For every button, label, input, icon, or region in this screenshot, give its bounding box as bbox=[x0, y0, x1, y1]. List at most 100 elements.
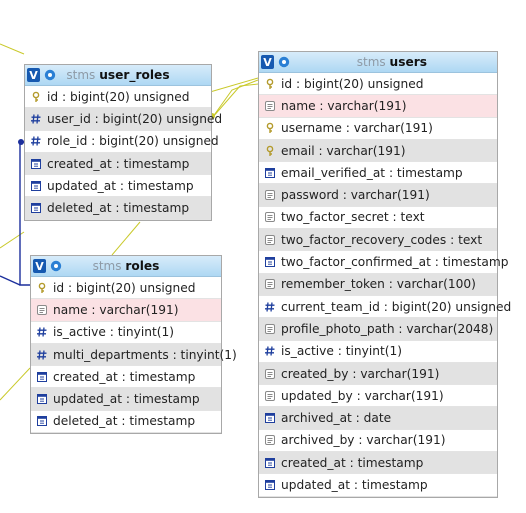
key-icon bbox=[30, 91, 42, 103]
column-label: created_at : timestamp bbox=[47, 156, 190, 171]
toggle-columns-button[interactable]: V bbox=[33, 259, 46, 273]
column-row[interactable]: updated_at : timestamp bbox=[31, 388, 221, 411]
text-icon bbox=[264, 434, 276, 446]
column-row[interactable]: created_at : timestamp bbox=[25, 152, 211, 176]
column-label: is_active : tinyint(1) bbox=[53, 325, 174, 340]
column-row[interactable]: password : varchar(191) bbox=[259, 184, 497, 207]
column-label: name : varchar(191) bbox=[281, 98, 407, 113]
timestamp-icon bbox=[30, 180, 42, 192]
column-row[interactable]: role_id : bigint(20) unsigned bbox=[25, 131, 219, 153]
column-label: password : varchar(191) bbox=[281, 188, 430, 203]
table-header[interactable]: V stms roles bbox=[31, 256, 221, 277]
column-row[interactable]: id : bigint(20) unsigned bbox=[259, 73, 497, 96]
timestamp-icon bbox=[30, 158, 42, 170]
column-label: role_id : bigint(20) unsigned bbox=[47, 134, 219, 149]
column-label: username : varchar(191) bbox=[281, 121, 433, 136]
column-label: created_by : varchar(191) bbox=[281, 366, 440, 381]
column-label: user_id : bigint(20) unsigned bbox=[47, 111, 223, 126]
timestamp-icon bbox=[36, 393, 48, 405]
gear-icon[interactable] bbox=[43, 68, 57, 82]
hash-icon bbox=[264, 301, 276, 313]
column-row[interactable]: name : varchar(191) bbox=[259, 95, 497, 118]
column-row[interactable]: deleted_at : timestamp bbox=[31, 411, 221, 434]
column-row[interactable]: name : varchar(191) bbox=[31, 299, 221, 322]
column-row[interactable]: two_factor_recovery_codes : text bbox=[259, 229, 497, 252]
key-icon bbox=[36, 282, 48, 294]
column-row[interactable]: profile_photo_path : varchar(2048) bbox=[259, 318, 497, 341]
timestamp-icon bbox=[36, 415, 48, 427]
column-row[interactable]: updated_at : timestamp bbox=[25, 175, 211, 198]
toggle-columns-button[interactable]: V bbox=[27, 68, 40, 82]
table-title: stms users bbox=[356, 55, 427, 69]
column-row[interactable]: deleted_at : timestamp bbox=[25, 197, 211, 220]
column-label: updated_at : timestamp bbox=[47, 178, 194, 193]
relation-user-roles-to-roles bbox=[111, 221, 141, 256]
column-row[interactable]: id : bigint(20) unsigned bbox=[31, 277, 221, 300]
column-label: is_active : tinyint(1) bbox=[281, 344, 402, 359]
column-row[interactable]: remember_token : varchar(100) bbox=[259, 273, 497, 296]
column-row[interactable]: updated_at : timestamp bbox=[259, 474, 497, 497]
column-row[interactable]: username : varchar(191) bbox=[259, 118, 497, 140]
key-icon bbox=[264, 145, 276, 157]
key-icon bbox=[264, 78, 276, 90]
column-label: id : bigint(20) unsigned bbox=[47, 89, 190, 104]
column-row[interactable]: archived_by : varchar(191) bbox=[259, 430, 497, 453]
timestamp-icon bbox=[264, 256, 276, 268]
table-user-roles[interactable]: V stms user_roles id : bigint(20) unsign… bbox=[24, 64, 222, 221]
column-row[interactable]: id : bigint(20) unsigned bbox=[25, 86, 211, 109]
column-row[interactable]: email : varchar(191) bbox=[259, 139, 497, 163]
timestamp-icon bbox=[264, 412, 276, 424]
toggle-columns-button[interactable]: V bbox=[261, 55, 274, 69]
text-icon bbox=[36, 304, 48, 316]
column-row[interactable]: created_at : timestamp bbox=[31, 366, 221, 389]
relation-offscreen-blue bbox=[0, 275, 21, 286]
text-icon bbox=[264, 189, 276, 201]
column-row[interactable]: multi_departments : tinyint(1) bbox=[31, 343, 237, 367]
timestamp-icon bbox=[264, 479, 276, 491]
text-icon bbox=[264, 368, 276, 380]
column-label: remember_token : varchar(100) bbox=[281, 277, 476, 292]
relation-offscreen-top bbox=[0, 43, 25, 55]
column-row[interactable]: archived_at : date bbox=[259, 407, 497, 430]
column-row[interactable]: is_active : tinyint(1) bbox=[31, 322, 221, 344]
column-label: two_factor_recovery_codes : text bbox=[281, 232, 483, 247]
column-label: id : bigint(20) unsigned bbox=[281, 76, 424, 91]
gear-icon[interactable] bbox=[49, 259, 63, 273]
column-label: two_factor_confirmed_at : timestamp bbox=[281, 255, 509, 270]
gear-icon[interactable] bbox=[277, 55, 291, 69]
table-roles[interactable]: V stms roles id : bigint(20) unsigned nam… bbox=[30, 255, 237, 435]
column-row[interactable]: two_factor_secret : text bbox=[259, 207, 497, 230]
column-label: deleted_at : timestamp bbox=[47, 201, 190, 216]
column-label: profile_photo_path : varchar(2048) bbox=[281, 321, 494, 336]
text-icon bbox=[264, 100, 276, 112]
column-row[interactable]: created_by : varchar(191) bbox=[259, 362, 497, 386]
column-label: current_team_id : bigint(20) unsigned bbox=[281, 299, 512, 314]
column-row[interactable]: is_active : tinyint(1) bbox=[259, 341, 497, 363]
column-row[interactable]: created_at : timestamp bbox=[259, 452, 497, 475]
column-label: created_at : timestamp bbox=[53, 369, 196, 384]
column-label: two_factor_secret : text bbox=[281, 210, 425, 225]
timestamp-icon bbox=[264, 167, 276, 179]
column-row[interactable]: updated_by : varchar(191) bbox=[259, 385, 497, 408]
key-icon bbox=[264, 122, 276, 134]
table-users[interactable]: V stms users id : bigint(20) unsigned nam… bbox=[258, 51, 511, 498]
column-row[interactable]: current_team_id : bigint(20) unsigned bbox=[259, 296, 511, 319]
column-list: id : bigint(20) unsigned name : varchar(1… bbox=[31, 277, 237, 434]
text-icon bbox=[264, 278, 276, 290]
column-label: multi_departments : tinyint(1) bbox=[53, 347, 237, 362]
hash-icon bbox=[36, 326, 48, 338]
table-header[interactable]: V stms user_roles bbox=[25, 65, 211, 86]
column-row[interactable]: user_id : bigint(20) unsigned bbox=[25, 108, 222, 131]
text-icon bbox=[264, 390, 276, 402]
column-label: name : varchar(191) bbox=[53, 302, 179, 317]
hash-icon bbox=[264, 345, 276, 357]
table-header[interactable]: V stms users bbox=[259, 52, 497, 73]
text-icon bbox=[264, 234, 276, 246]
timestamp-icon bbox=[36, 371, 48, 383]
column-row[interactable]: email_verified_at : timestamp bbox=[259, 162, 497, 185]
timestamp-icon bbox=[264, 457, 276, 469]
timestamp-icon bbox=[30, 202, 42, 214]
column-label: created_at : timestamp bbox=[281, 455, 424, 470]
column-row[interactable]: two_factor_confirmed_at : timestamp bbox=[259, 251, 509, 274]
column-label: email : varchar(191) bbox=[281, 143, 406, 158]
